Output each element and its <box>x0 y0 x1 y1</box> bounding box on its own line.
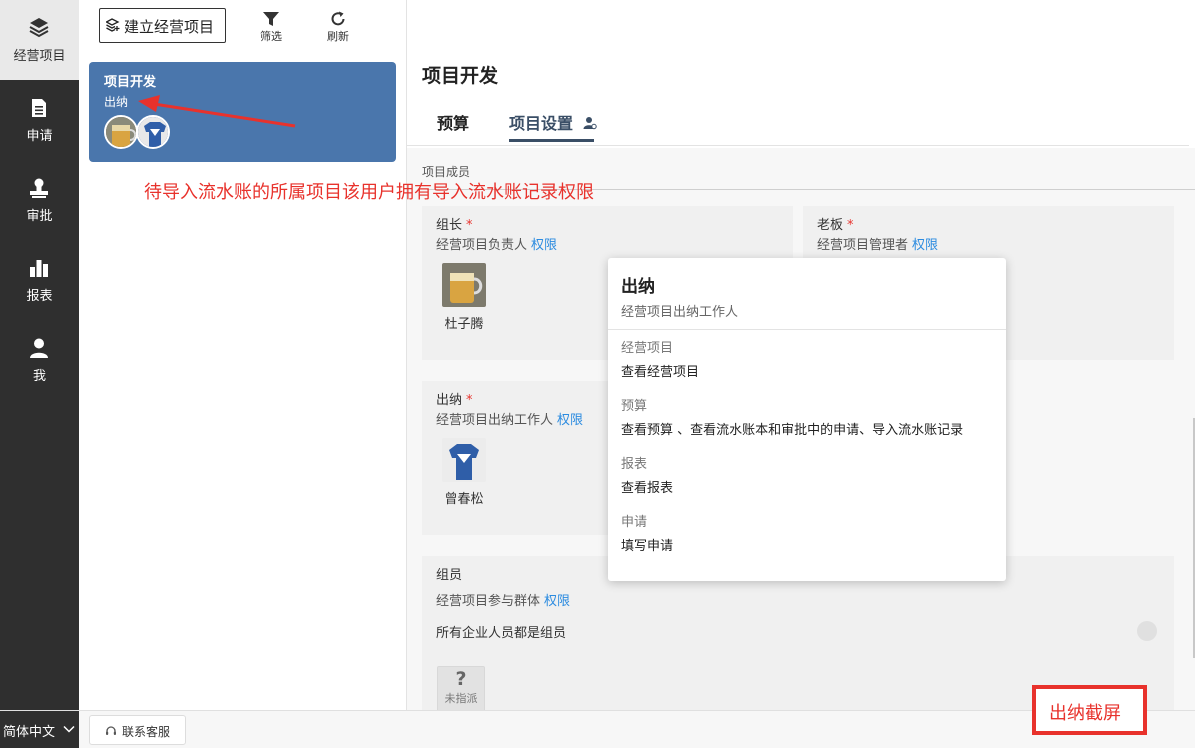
permission-link[interactable]: 权限 <box>912 238 938 253</box>
headset-icon <box>106 726 116 735</box>
tshirt-avatar-image <box>442 438 486 482</box>
role-title: 老板 * <box>817 218 854 233</box>
popover-divider <box>608 329 1006 330</box>
unassigned-label: 未指派 <box>444 692 478 705</box>
page-title: 项目开发 <box>422 65 499 87</box>
permission-group-heading: 经营项目 <box>621 341 674 356</box>
nav-item-projects[interactable]: 经营项目 <box>0 0 79 80</box>
filter-icon <box>263 12 279 26</box>
member-name: 曾春松 <box>444 492 484 507</box>
permission-group-value: 查看预算 、查看流水账本和审批中的申请、导入流水账记录 <box>621 423 964 438</box>
tab-label: 项目设置 <box>509 114 574 133</box>
all-members-text: 所有企业人员都是组员 <box>436 626 567 641</box>
permission-group-heading: 申请 <box>621 515 648 530</box>
member-name: 杜子腾 <box>444 317 484 332</box>
chevron-down-icon <box>63 725 75 733</box>
language-selector[interactable]: 简体中文 <box>0 711 79 748</box>
annotation-text: 待导入流水账的所属项目该用户拥有导入流水账记录权限 <box>144 182 594 203</box>
member-item[interactable]: 杜子腾 <box>440 263 488 332</box>
screenshot-stamp: 出纳截屏 <box>1032 685 1147 735</box>
all-members-toggle[interactable] <box>1137 621 1157 641</box>
tabs-divider <box>407 145 1189 146</box>
nav-item-label: 我 <box>32 369 46 384</box>
role-description: 经营项目出纳工作人 权限 <box>436 413 584 428</box>
refresh-label: 刷新 <box>327 30 349 43</box>
create-project-button[interactable]: 建立经营项目 <box>99 8 226 43</box>
tea-glass-avatar-image <box>442 263 486 307</box>
permission-popover: 出纳 经营项目出纳工作人 经营项目 查看经营项目 预算 查看预算 、查看流水账本… <box>608 258 1006 581</box>
member-avatar <box>442 263 486 307</box>
role-description: 经营项目参与群体 权限 <box>436 594 571 609</box>
permission-group-heading: 预算 <box>621 399 648 414</box>
language-label: 简体中文 <box>3 725 56 740</box>
nav-item-approvals[interactable]: 审批 <box>0 160 79 240</box>
project-card-title: 项目开发 <box>104 75 157 90</box>
bottom-bar: 简体中文 联系客服 <box>0 710 1195 748</box>
tab-active-indicator <box>509 139 594 142</box>
permission-link[interactable]: 权限 <box>557 413 583 428</box>
permission-link[interactable]: 权限 <box>544 594 570 609</box>
contact-support-label: 联系客服 <box>122 725 171 739</box>
role-title: 组长 * <box>436 218 473 233</box>
permission-link[interactable]: 权限 <box>531 238 557 253</box>
role-description: 经营项目负责人 权限 <box>436 238 558 253</box>
permission-group-value: 查看经营项目 <box>621 365 700 380</box>
popover-subtitle: 经营项目出纳工作人 <box>621 305 739 320</box>
document-icon <box>32 99 46 117</box>
user-settings-icon <box>583 117 597 130</box>
stamp-label: 出纳截屏 <box>1049 703 1121 724</box>
bar-chart-icon <box>30 260 48 277</box>
nav-item-me[interactable]: 我 <box>0 320 79 400</box>
refresh-icon <box>331 11 345 26</box>
member-item[interactable]: 曾春松 <box>440 438 488 507</box>
nav-item-applications[interactable]: 申请 <box>0 80 79 160</box>
user-icon <box>30 338 48 358</box>
filter-label: 筛选 <box>260 30 282 43</box>
nav-item-reports[interactable]: 报表 <box>0 240 79 320</box>
filter-button[interactable]: 筛选 <box>251 8 291 44</box>
permission-group-value: 填写申请 <box>621 539 674 554</box>
role-description: 经营项目管理者 权限 <box>817 238 939 253</box>
nav-item-label: 审批 <box>26 209 53 224</box>
popover-title: 出纳 <box>621 277 655 297</box>
role-title: 组员 <box>436 568 463 583</box>
member-avatar <box>442 438 486 482</box>
nav-item-label: 经营项目 <box>13 49 66 64</box>
app-root: 经营项目 申请 审批 报表 我 建立经营项目 筛选 刷新 项目开发 出纳 项目开… <box>0 0 1195 748</box>
nav-item-label: 申请 <box>26 129 53 144</box>
refresh-button[interactable]: 刷新 <box>318 8 358 44</box>
create-project-label: 建立经营项目 <box>124 18 215 36</box>
layers-plus-icon <box>106 18 120 32</box>
project-card-role: 出纳 <box>104 95 129 109</box>
main-nav: 经营项目 申请 审批 报表 我 <box>0 0 79 710</box>
unassigned-member-slot[interactable]: ? 未指派 <box>437 666 485 710</box>
question-mark-icon: ? <box>455 668 467 690</box>
permission-group-heading: 报表 <box>621 457 648 472</box>
tab-project-settings[interactable]: 项目设置 <box>509 110 597 134</box>
stamp-icon <box>30 178 48 198</box>
contact-support-button[interactable]: 联系客服 <box>89 715 186 745</box>
nav-item-label: 报表 <box>26 289 53 304</box>
annotation-arrow <box>138 95 296 128</box>
permission-group-value: 查看报表 <box>621 481 674 496</box>
layers-icon <box>29 18 49 38</box>
role-title: 出纳 * <box>436 393 473 408</box>
tab-budget[interactable]: 预算 <box>437 110 469 134</box>
